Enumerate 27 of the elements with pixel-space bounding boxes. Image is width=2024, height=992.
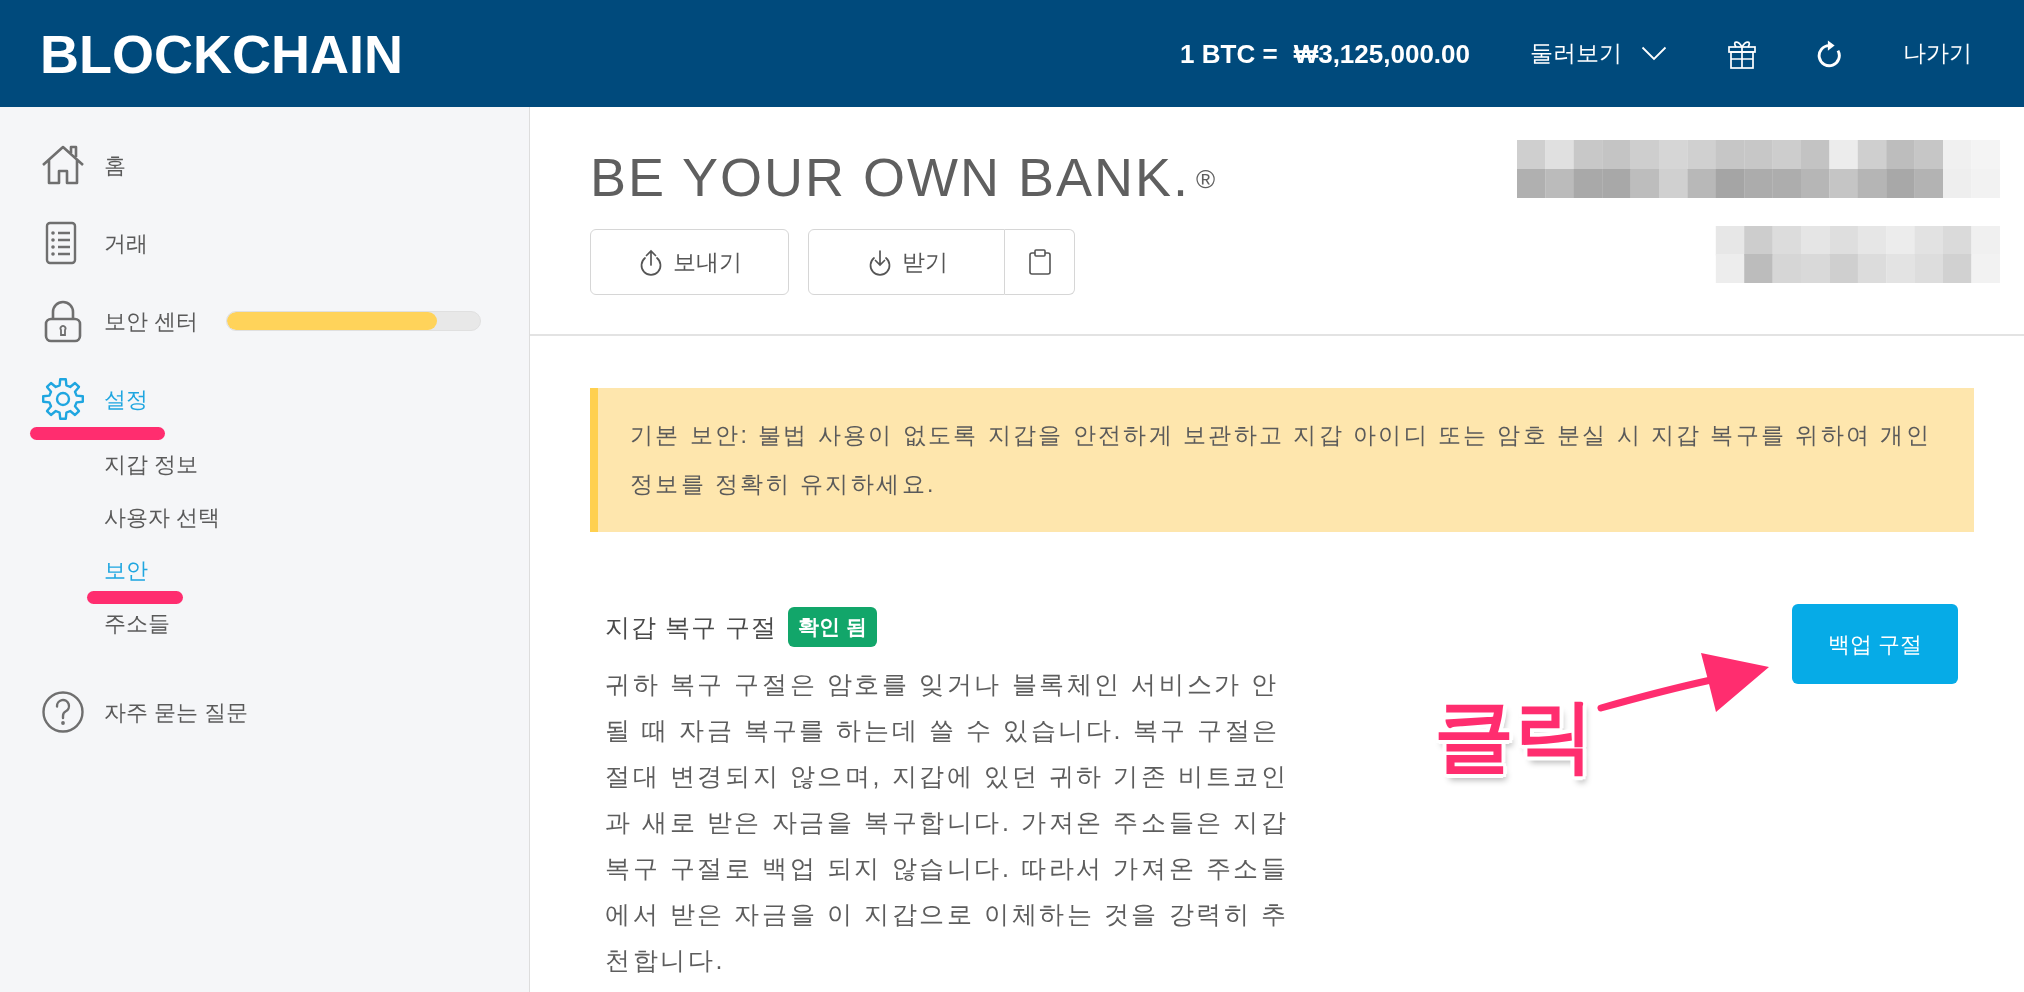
home-icon [40,143,86,187]
nav-subitem[interactable]: 주소들 [104,607,170,640]
nav-item[interactable]: 거래 [40,221,148,265]
nav-item[interactable]: 홈 [40,143,126,187]
nav-subitem[interactable]: 사용자 선택 [104,501,221,534]
logo[interactable]: BLOCKCHAIN [40,26,403,81]
receive-button[interactable]: 받기 [808,229,1005,295]
logout-link[interactable]: 나가기 [1903,36,1972,71]
nav-item[interactable]: 보안 센터 [40,299,199,343]
help-icon [40,690,86,734]
clipboard-icon [1027,248,1052,276]
status-badge: 확인 됨 [787,607,877,647]
settings-icon [40,377,86,421]
refresh-icon[interactable] [1816,39,1842,68]
send-button[interactable]: 보내기 [590,229,789,295]
clipboard-button[interactable] [1005,229,1075,295]
caret-icon [1641,46,1667,61]
alert-text: 기본 보안: 불법 사용이 없도록 지갑을 안전하게 보관하고 지갑 아이디 또는 암호 분실 시 지갑 복구를 위하여 개인 정보를 정확히 유지하세요. [630,421,1933,499]
description-text: 귀하 복구 구절은 암호를 잊거나 블록체인 서비스가 안될 때 자금 복구를 하는데 쓸 수 있습니다. 복구 구절은 절대 변경되지 않으며, 지갑에 있던 귀하 기존 비트코인과 새로 받은 자금을 복구합니다. 가져온 주소들은 지갑 복구 구절로 백업 되지 않습니다. 따라서 가져온 주소들에서 받은 자금을 이 지갑으로 이체하는 것을 강력히 추천합니다. [605,669,1290,976]
nav-item[interactable]: 자주 묻는 질문 [40,690,249,734]
nav-subitem[interactable]: 지갑 정보 [104,448,199,481]
price-label: 1 BTC = [1180,40,1278,67]
annotation-label: 클릭 [1434,696,1594,776]
section-title: 지갑 복구 구절 [605,612,777,643]
price-value: ₩3,125,000.00 [1293,40,1470,67]
page-title: BE YOUR OWN BANK.$^{®}$ [590,150,1218,204]
explore-menu[interactable]: 둘러보기 [1530,36,1667,71]
